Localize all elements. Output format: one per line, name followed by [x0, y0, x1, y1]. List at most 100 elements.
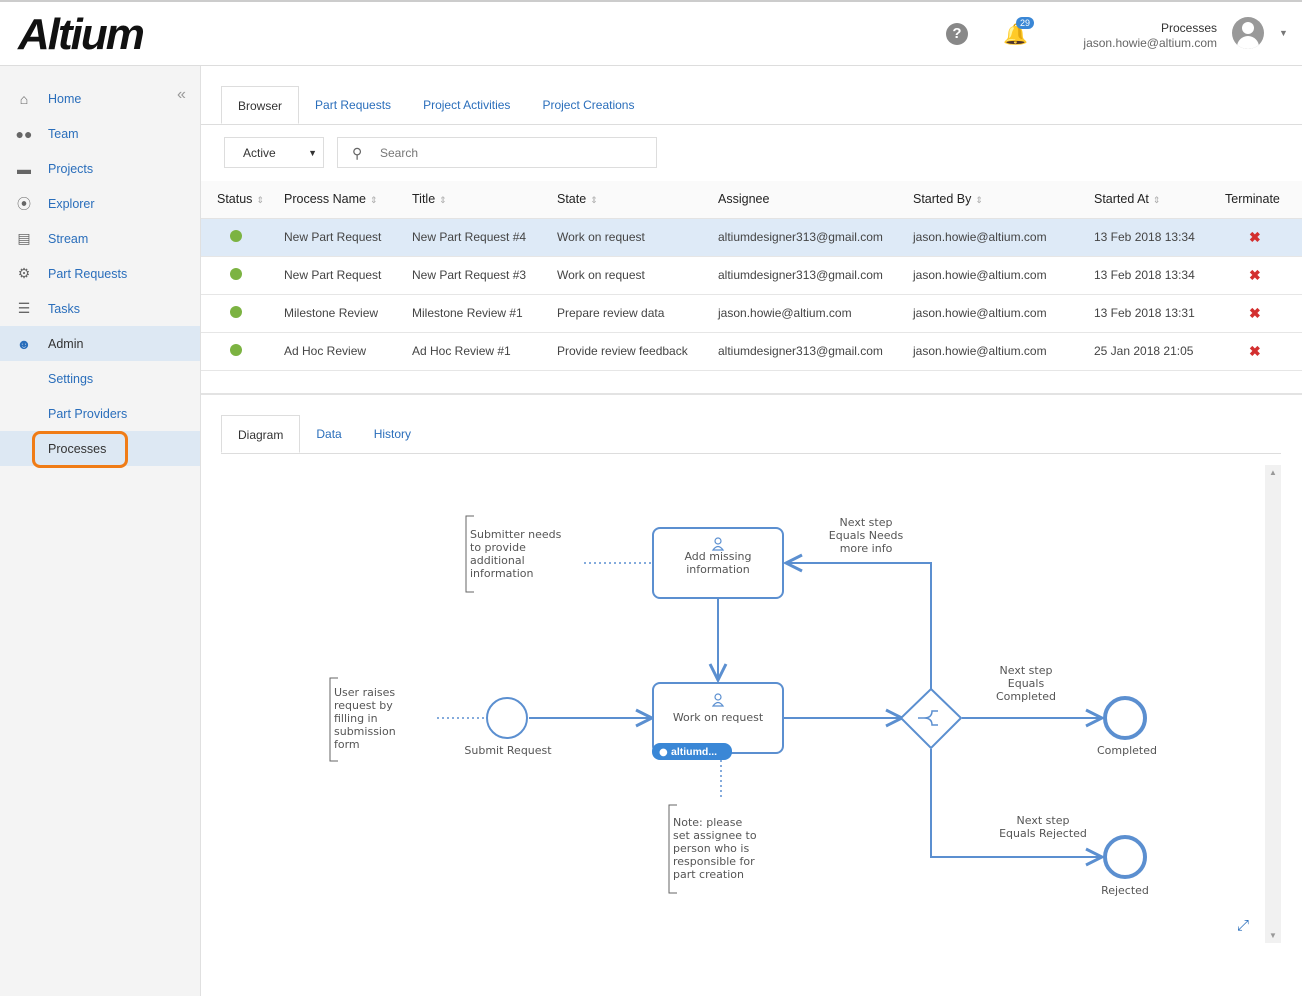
col-state[interactable]: State ⇕: [557, 181, 718, 219]
started-at-cell: 25 Jan 2018 21:05: [1094, 332, 1225, 371]
header: Altium ? 🔔 29 Processes jason.howie@alti…: [0, 0, 1302, 66]
col-process-name[interactable]: Process Name ⇕: [284, 181, 412, 219]
tab-project-creations[interactable]: Project Creations: [526, 86, 650, 124]
chevron-down-icon[interactable]: ▼: [1279, 28, 1288, 38]
started-at-cell: 13 Feb 2018 13:31: [1094, 294, 1225, 333]
sidebar-item-settings[interactable]: Settings: [0, 361, 200, 396]
table-row[interactable]: New Part Request New Part Request #3 Wor…: [201, 256, 1302, 295]
end-label: Rejected: [1101, 884, 1149, 897]
altium-logo[interactable]: Altium: [18, 10, 145, 60]
assignee-badge-label: altiumd...: [671, 746, 717, 758]
sidebar-item-label: Home: [48, 91, 82, 106]
tab-data[interactable]: Data: [300, 415, 357, 453]
title-cell: Ad Hoc Review #1: [412, 332, 557, 371]
table-row[interactable]: New Part Request New Part Request #4 Wor…: [201, 218, 1302, 257]
search-input[interactable]: ⚲ Search: [337, 137, 657, 168]
annotation-note: Note: please set assignee to person who is…: [673, 816, 757, 881]
divider: [221, 453, 1281, 454]
sidebar-item-part-providers[interactable]: Part Providers: [0, 396, 200, 431]
sidebar-item-admin[interactable]: ☻ Admin: [0, 326, 200, 361]
started-by-cell: jason.howie@altium.com: [913, 332, 1094, 371]
terminate-cell: ✖: [1225, 332, 1302, 371]
assignee-cell: altiumdesigner313@gmail.com: [718, 332, 913, 371]
user-email[interactable]: jason.howie@altium.com: [1083, 36, 1217, 50]
flow-arrow: [930, 749, 1102, 857]
sidebar-item-projects[interactable]: ▬ Projects: [0, 151, 200, 186]
terminate-icon[interactable]: ✖: [1249, 305, 1261, 321]
started-by-cell: jason.howie@altium.com: [913, 218, 1094, 257]
status-cell: [201, 218, 284, 257]
fullscreen-icon[interactable]: ⤢: [1237, 917, 1249, 934]
start-event[interactable]: [486, 697, 528, 739]
state-cell: Work on request: [557, 256, 718, 295]
sidebar-item-label: Team: [48, 126, 79, 141]
sidebar-item-part-requests[interactable]: ⚙ Part Requests: [0, 256, 200, 291]
gateway[interactable]: [899, 687, 963, 750]
terminate-icon[interactable]: ✖: [1249, 343, 1261, 359]
started-at-cell: 13 Feb 2018 13:34: [1094, 256, 1225, 295]
avatar[interactable]: [1232, 17, 1264, 49]
terminate-cell: ✖: [1225, 256, 1302, 295]
process-name-cell: Milestone Review: [284, 294, 412, 333]
col-started-by[interactable]: Started By ⇕: [913, 181, 1094, 219]
sidebar-item-stream[interactable]: ▤ Stream: [0, 221, 200, 256]
col-title[interactable]: Title ⇕: [412, 181, 557, 219]
tab-project-activities[interactable]: Project Activities: [407, 86, 526, 124]
col-status[interactable]: Status ⇕: [201, 181, 284, 219]
condition-rejected: Next step Equals Rejected: [999, 814, 1087, 840]
panel-splitter[interactable]: [201, 393, 1302, 395]
sidebar-item-label: Admin: [48, 336, 84, 351]
tab-browser[interactable]: Browser: [221, 86, 300, 124]
started-by-cell: jason.howie@altium.com: [913, 294, 1094, 333]
search-placeholder: Search: [380, 146, 419, 160]
started-at-cell: 13 Feb 2018 13:34: [1094, 218, 1225, 257]
col-terminate: Terminate: [1225, 181, 1302, 219]
sidebar-item-label: Stream: [48, 231, 89, 246]
status-active-icon: [230, 305, 242, 318]
team-icon: ●●: [15, 125, 33, 142]
col-assignee: Assignee: [718, 181, 913, 219]
sidebar: ⌂ Home ●● Team ▬ Projects ⦿ Explorer ▤ Stream…: [0, 66, 201, 996]
state-cell: Provide review feedback: [557, 332, 718, 371]
diagram-scrollbar[interactable]: ▲ ▼: [1265, 465, 1281, 943]
sidebar-item-tasks[interactable]: ☰ Tasks: [0, 291, 200, 326]
stream-icon: ▤: [17, 230, 31, 246]
col-started-at[interactable]: Started At ⇕: [1094, 181, 1225, 219]
tab-history[interactable]: History: [358, 415, 427, 453]
process-name-cell: New Part Request: [284, 256, 412, 295]
current-page-label: Processes: [1160, 21, 1217, 35]
end-event-rejected[interactable]: [1103, 835, 1147, 879]
task-label: Work on request: [673, 711, 764, 724]
sidebar-item-label: Projects: [48, 161, 94, 176]
table-row[interactable]: Milestone Review Milestone Review #1 Pre…: [201, 294, 1302, 333]
status-filter-select[interactable]: Active ▼: [224, 137, 324, 168]
status-cell: [201, 256, 284, 295]
annotation-user-raises: User raises request by filling in submissio…: [334, 686, 396, 751]
process-name-cell: Ad Hoc Review: [284, 332, 412, 371]
table-row[interactable]: Ad Hoc Review Ad Hoc Review #1 Provide r…: [201, 332, 1302, 371]
sidebar-item-explorer[interactable]: ⦿ Explorer: [0, 186, 200, 221]
terminate-icon[interactable]: ✖: [1249, 229, 1261, 245]
started-by-cell: jason.howie@altium.com: [913, 256, 1094, 295]
tasks-icon: ☰: [17, 300, 31, 316]
help-icon[interactable]: ?: [946, 23, 968, 45]
main-tabs: Browser Part Requests Project Activities…: [221, 86, 650, 124]
folder-icon: ▬: [17, 160, 31, 177]
user-circle-icon: ☻: [16, 335, 32, 352]
assignee-cell: altiumdesigner313@gmail.com: [718, 256, 913, 295]
tab-diagram[interactable]: Diagram: [221, 415, 301, 453]
chevron-down-icon: ▼: [308, 148, 317, 158]
tab-part-requests[interactable]: Part Requests: [299, 86, 407, 124]
terminate-icon[interactable]: ✖: [1249, 267, 1261, 283]
sidebar-item-home[interactable]: ⌂ Home: [0, 81, 200, 116]
end-event-completed[interactable]: [1103, 696, 1147, 740]
state-cell: Work on request: [557, 218, 718, 257]
assignee-cell: jason.howie@altium.com: [718, 294, 913, 333]
task-label: Add missing information: [684, 550, 751, 576]
sidebar-item-team[interactable]: ●● Team: [0, 116, 200, 151]
assignee-cell: altiumdesigner313@gmail.com: [718, 218, 913, 257]
compass-icon: ⦿: [17, 195, 31, 212]
collapse-sidebar-icon[interactable]: «: [177, 86, 186, 104]
terminate-cell: ✖: [1225, 218, 1302, 257]
notification-badge[interactable]: 29: [1016, 17, 1035, 29]
